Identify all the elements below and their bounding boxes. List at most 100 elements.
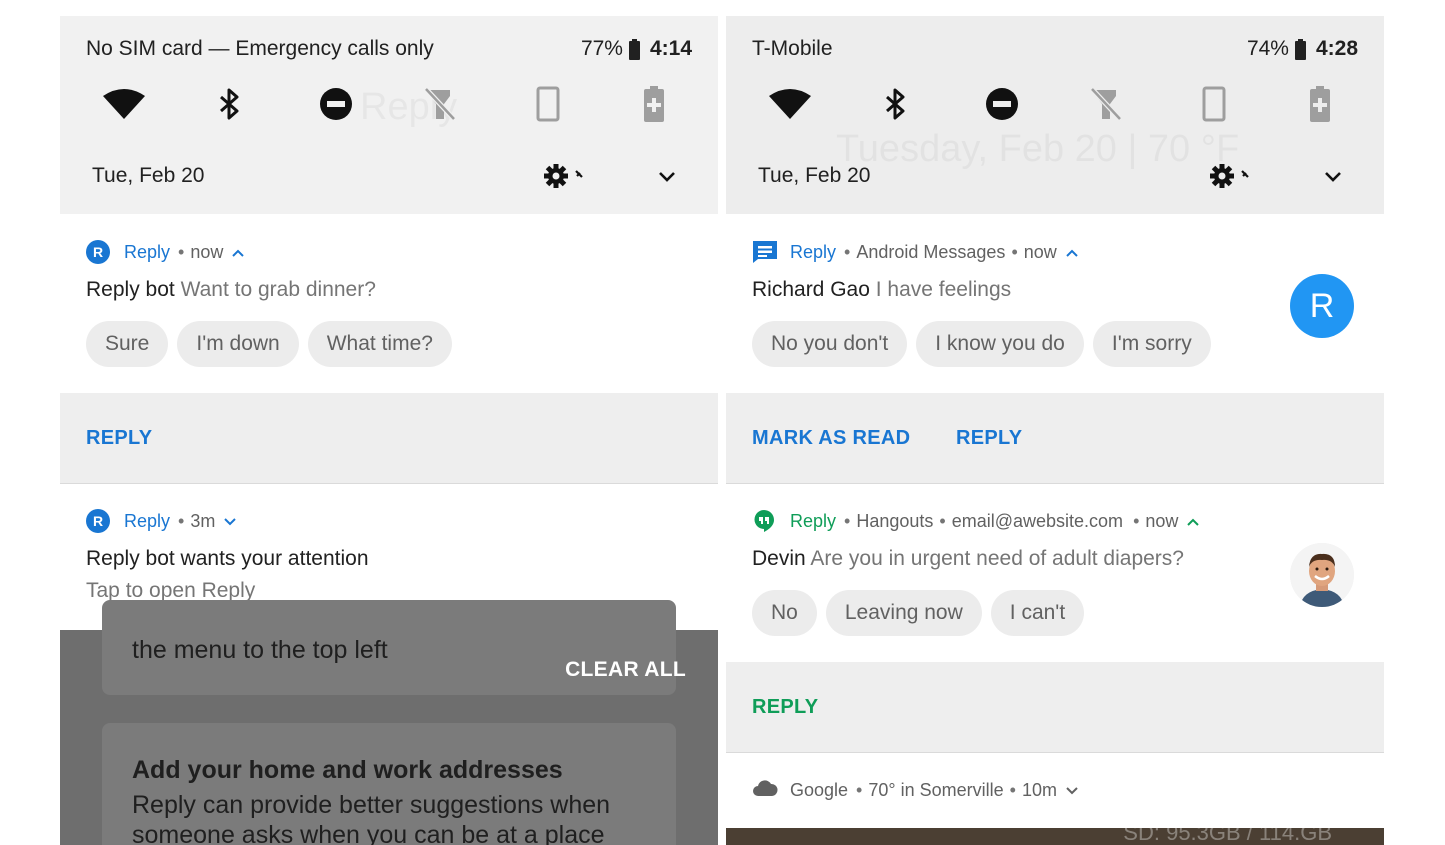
reply-action-button[interactable]: REPLY (752, 696, 818, 719)
collapse-chevron-icon[interactable] (231, 242, 245, 263)
mark-as-read-button[interactable]: MARK AS READ (752, 427, 910, 450)
wifi-icon[interactable] (102, 82, 146, 126)
battery-saver-icon[interactable] (1298, 82, 1342, 126)
app-name: Google (790, 779, 849, 800)
contact-photo-avatar (1290, 543, 1354, 607)
reply-action-button[interactable]: REPLY (86, 427, 152, 450)
carrier-label: No SIM card — Emergency calls only (86, 37, 434, 60)
status-bar: T-Mobile 74% 4:28 (726, 16, 1384, 80)
hangouts-app-icon (752, 509, 776, 533)
notification-time: now (1145, 510, 1179, 531)
smart-reply-chip[interactable]: Sure (86, 321, 169, 367)
separator: • (939, 510, 946, 531)
smart-reply-chips: No you don't I know you do I'm sorry (752, 321, 1220, 367)
wallpaper-strip: SD: 95.3GB / 114.GB (726, 828, 1384, 845)
notification-title: Reply bot wants your attention (86, 547, 369, 570)
reply-app-icon: R (86, 240, 110, 264)
right-notification-shade: Tuesday, Feb 20 | 70 °F T-Mobile 74% 4:2… (726, 16, 1384, 845)
clock: 4:14 (649, 37, 692, 60)
expand-chevron-icon[interactable] (1065, 780, 1079, 801)
weather-summary: 70° in Somerville (868, 779, 1004, 800)
smart-reply-chip[interactable]: No you don't (752, 321, 908, 367)
separator: • (1011, 241, 1018, 262)
expand-chevron-icon[interactable] (223, 511, 237, 532)
app-name: Reply (124, 510, 171, 531)
notification-body: Reply bot Want to grab dinner? (86, 278, 376, 302)
expand-chevron-icon[interactable] (1320, 164, 1346, 190)
smart-reply-chip[interactable]: What time? (307, 321, 452, 367)
reply-app-icon: R (86, 509, 110, 533)
notification-source: Android Messages (856, 241, 1006, 262)
carrier-label: T-Mobile (752, 37, 833, 60)
collapse-chevron-icon[interactable] (1065, 242, 1079, 263)
status-bar: No SIM card — Emergency calls only 77% 4… (60, 16, 718, 80)
sender-name: Richard Gao (752, 278, 870, 301)
flashlight-off-icon[interactable] (418, 82, 462, 126)
quick-settings-header: Reply No SIM card — Emergency calls only… (60, 16, 718, 214)
notification-header: Reply • Android Messages • now (752, 239, 1079, 265)
sender-name: Devin (752, 547, 806, 570)
battery-saver-icon[interactable] (632, 82, 676, 126)
notification-time: 3m (190, 510, 216, 531)
separator: • (1009, 779, 1016, 800)
app-name: Reply (124, 241, 171, 262)
auto-rotate-icon[interactable] (1192, 82, 1236, 126)
notification-time: now (1023, 241, 1057, 262)
svg-text:R: R (93, 513, 103, 529)
quick-settings-header: Tuesday, Feb 20 | 70 °F T-Mobile 74% 4:2… (726, 16, 1384, 214)
expand-chevron-icon[interactable] (654, 164, 680, 190)
message-text: Are you in urgent need of adult diapers? (810, 547, 1184, 570)
auto-rotate-icon[interactable] (526, 82, 570, 126)
smart-reply-chip[interactable]: I can't (990, 590, 1085, 636)
weather-notification[interactable]: Google • 70° in Somerville • 10m (726, 753, 1384, 828)
battery-icon (628, 38, 640, 60)
separator: • (178, 241, 185, 262)
battery-percent: 74% (1246, 37, 1289, 60)
status-indicators: 74% 4:28 (1247, 37, 1358, 61)
notification-body: Devin Are you in urgent need of adult di… (752, 547, 1184, 571)
flashlight-off-icon[interactable] (1084, 82, 1128, 126)
status-indicators: 77% 4:14 (581, 37, 692, 61)
sender-name: Reply bot (86, 278, 175, 301)
contact-avatar: R (1290, 274, 1354, 338)
date-row: Tue, Feb 20 (60, 156, 718, 196)
notification-header: Reply • Hangouts • email@awebsite.com • … (752, 508, 1200, 534)
notification-actions: REPLY (726, 662, 1384, 752)
smart-reply-chips: No Leaving now I can't (752, 590, 1093, 636)
reply-action-button[interactable]: REPLY (956, 427, 1022, 450)
message-text: Want to grab dinner? (180, 278, 376, 301)
separator: • (856, 779, 863, 800)
bluetooth-icon[interactable] (874, 82, 918, 126)
notification-source: Hangouts (856, 510, 934, 531)
do-not-disturb-icon[interactable] (314, 82, 358, 126)
collapse-chevron-icon[interactable] (1186, 511, 1200, 532)
smart-reply-chip[interactable]: No (752, 590, 817, 636)
separator: • (1133, 510, 1140, 531)
bluetooth-icon[interactable] (208, 82, 252, 126)
notification-header: R Reply • 3m (86, 508, 237, 534)
smart-reply-chip[interactable]: Leaving now (825, 590, 982, 636)
left-notification-shade: Reply No SIM card — Emergency calls only… (60, 16, 718, 845)
smart-reply-chip[interactable]: I know you do (916, 321, 1084, 367)
do-not-disturb-icon[interactable] (980, 82, 1024, 126)
notification-header: R Reply • now (86, 239, 245, 265)
date-label: Tue, Feb 20 (92, 164, 205, 187)
quick-settings-tiles (726, 82, 1384, 126)
messages-notification[interactable]: Reply • Android Messages • now Richard G… (726, 215, 1384, 393)
clock: 4:28 (1315, 37, 1358, 60)
card-title: Add your home and work addresses (132, 756, 563, 784)
hangouts-notification[interactable]: Reply • Hangouts • email@awebsite.com • … (726, 484, 1384, 662)
smart-reply-chips: Sure I'm down What time? (86, 321, 461, 367)
card-text: Reply can provide better suggestions whe… (132, 791, 611, 819)
wifi-icon[interactable] (768, 82, 812, 126)
clear-all-button[interactable]: CLEAR ALL (565, 658, 686, 682)
cloud-icon (752, 778, 778, 802)
reply-bot-notification[interactable]: R Reply • now Reply bot Want to grab din… (60, 215, 718, 393)
smart-reply-chip[interactable]: I'm sorry (1092, 321, 1211, 367)
notification-header: Google • 70° in Somerville • 10m (752, 777, 1079, 803)
smart-reply-chip[interactable]: I'm down (177, 321, 299, 367)
battery-icon (1294, 38, 1306, 60)
settings-gear-icon[interactable] (1210, 162, 1258, 190)
account-email: email@awebsite.com (951, 510, 1124, 531)
settings-gear-icon[interactable] (544, 162, 592, 190)
